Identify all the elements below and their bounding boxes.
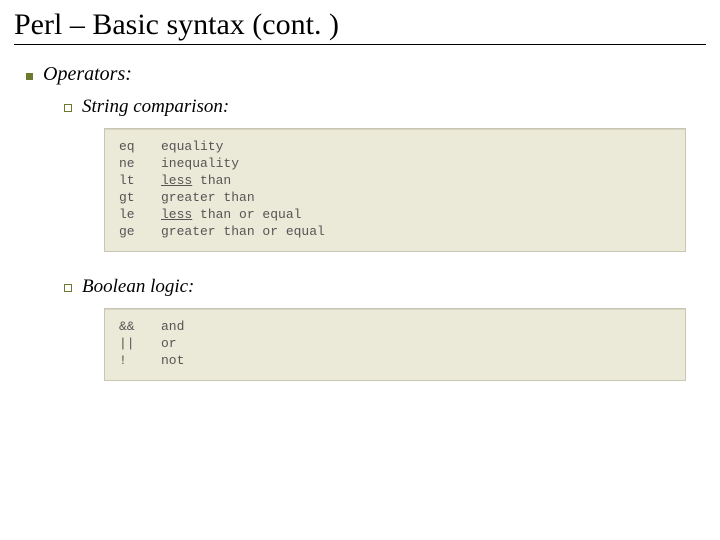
operator-table: eq equality ne inequality lt less than g… [119,139,331,241]
section-operators: Operators: String comparison: eq equalit… [26,63,706,381]
op-cell: || [119,336,161,353]
subsection-label: String comparison: [82,96,229,118]
operator-table: && and || or ! not [119,319,190,370]
table-row: le less than or equal [119,207,331,224]
op-cell: le [119,207,161,224]
code-box-string-comparison: eq equality ne inequality lt less than g… [104,128,686,252]
table-row: eq equality [119,139,331,156]
op-cell: ne [119,156,161,173]
table-row: ne inequality [119,156,331,173]
list-item: Operators: [26,63,706,86]
bullet-icon [64,104,72,112]
table-row: || or [119,336,190,353]
desc-cell: or [161,336,190,353]
subsection-boolean-logic: Boolean logic: [64,274,706,298]
op-cell: && [119,319,161,336]
op-cell: eq [119,139,161,156]
subsection-string-comparison: String comparison: [64,94,706,118]
subsection-label: Boolean logic: [82,276,194,298]
code-box-boolean-logic: && and || or ! not [104,308,686,381]
op-cell: ! [119,353,161,370]
desc-cell: not [161,353,190,370]
bullet-icon [64,284,72,292]
table-row: ! not [119,353,190,370]
bullet-icon [26,73,33,80]
desc-cell: equality [161,139,331,156]
section-label: Operators: [43,63,132,86]
table-row: gt greater than [119,190,331,207]
desc-cell: and [161,319,190,336]
desc-cell: inequality [161,156,331,173]
table-row: lt less than [119,173,331,190]
list-item: String comparison: [64,94,706,118]
op-cell: gt [119,190,161,207]
op-cell: lt [119,173,161,190]
desc-cell: greater than [161,190,331,207]
table-row: && and [119,319,190,336]
table-row: ge greater than or equal [119,224,331,241]
desc-cell: less than or equal [161,207,331,224]
desc-cell: less than [161,173,331,190]
slide: Perl – Basic syntax (cont. ) Operators: … [0,0,720,540]
list-item: Boolean logic: [64,274,706,298]
page-title: Perl – Basic syntax (cont. ) [14,8,706,45]
desc-cell: greater than or equal [161,224,331,241]
op-cell: ge [119,224,161,241]
